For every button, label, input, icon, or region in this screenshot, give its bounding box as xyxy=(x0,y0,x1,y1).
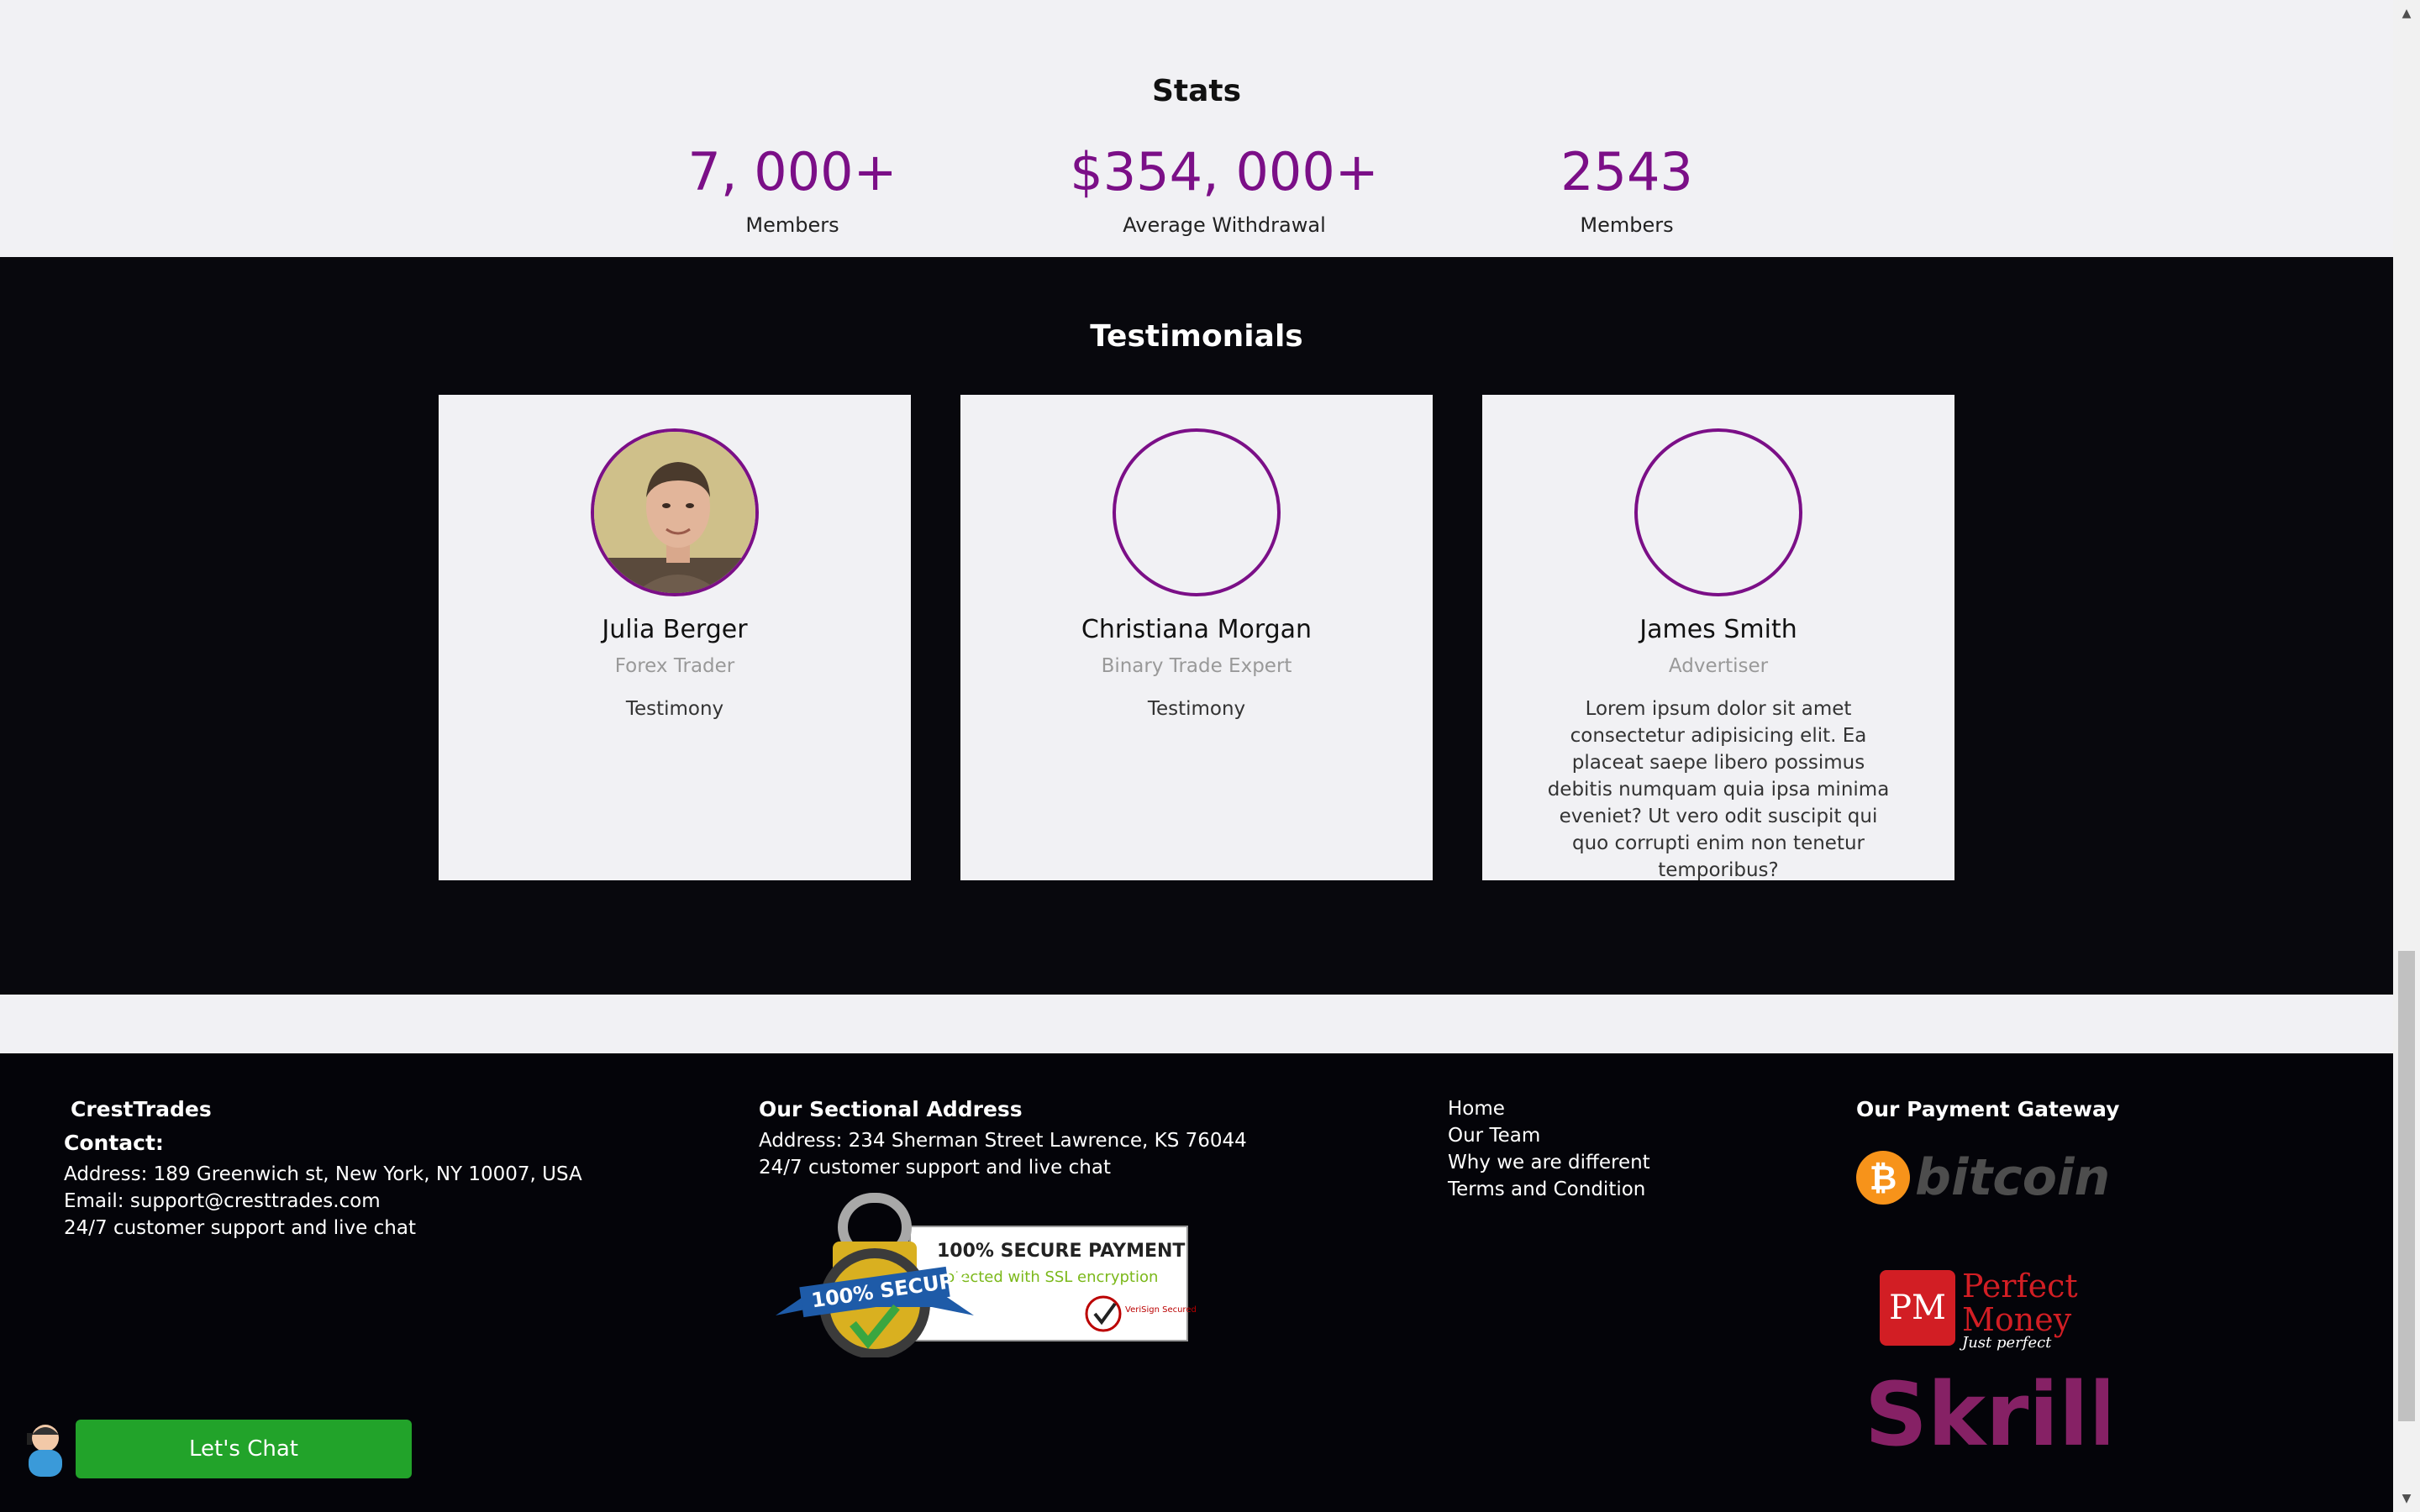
stats-section: Stats 7, 000+ Members $354, 000+ Average… xyxy=(0,0,2393,257)
stat-members-count: 2543 Members xyxy=(1417,141,1837,237)
scroll-down-arrow-icon[interactable]: ▼ xyxy=(2393,1485,2420,1512)
testimonial-card: James Smith Advertiser Lorem ipsum dolor… xyxy=(1482,395,1954,881)
perfect-money-logo: PM Perfect Money Just perfect xyxy=(1880,1268,2078,1352)
section-spacer xyxy=(0,995,2393,1053)
sectional-support: 24/7 customer support and live chat xyxy=(759,1157,1111,1179)
stats-title: Stats xyxy=(1151,74,1242,108)
avatar xyxy=(591,428,759,596)
payment-heading: Our Payment Gateway xyxy=(1856,1097,2120,1121)
footer-links-column: Home Our Team Why we are different Terms… xyxy=(1448,1095,1717,1203)
footer-link-home[interactable]: Home xyxy=(1448,1095,1717,1122)
testimonial-card: Christiana Morgan Binary Trade Expert Te… xyxy=(960,395,1433,880)
testimonials-title: Testimonials xyxy=(1090,319,1303,354)
stat-members: 7, 000+ Members xyxy=(582,141,1002,237)
testimonial-name: Julia Berger xyxy=(602,615,748,644)
scroll-up-arrow-icon[interactable]: ▲ xyxy=(2393,0,2420,27)
pm-tagline: Just perfect xyxy=(1959,1334,2052,1351)
footer-link-terms[interactable]: Terms and Condition xyxy=(1448,1176,1717,1203)
testimonial-role: Forex Trader xyxy=(614,655,735,677)
footer-link-why-different[interactable]: Why we are different xyxy=(1448,1149,1717,1176)
sectional-heading: Our Sectional Address xyxy=(759,1097,1023,1121)
testimonial-name: Christiana Morgan xyxy=(1081,615,1313,644)
stat-value: $354, 000+ xyxy=(1070,141,1379,202)
secure-payment-badge: 100% SECURE PAYMENT Potected with SSL en… xyxy=(776,1193,1197,1359)
stat-average-withdrawal: $354, 000+ Average Withdrawal xyxy=(1014,141,1434,237)
secure-badge-line2: Potected with SSL encryption xyxy=(937,1268,1158,1286)
stat-value: 7, 000+ xyxy=(687,141,897,202)
secure-badge-line1: 100% SECURE PAYMENT xyxy=(937,1241,1185,1262)
avatar xyxy=(1113,428,1281,596)
skrill-wordmark: Skrill xyxy=(1865,1364,2108,1457)
page: Stats 7, 000+ Members $354, 000+ Average… xyxy=(0,0,2393,1512)
testimonial-name: James Smith xyxy=(1639,615,1797,644)
stat-value: 2543 xyxy=(1560,141,1693,202)
pm-name-line1: Perfect xyxy=(1962,1268,2078,1305)
lets-chat-button[interactable]: Let's Chat xyxy=(76,1420,412,1478)
contact-support: 24/7 customer support and live chat xyxy=(64,1217,416,1239)
testimonial-text: Testimony xyxy=(625,698,724,720)
chat-agent-icon[interactable] xyxy=(24,1420,67,1478)
footer-link-our-team[interactable]: Our Team xyxy=(1448,1122,1717,1149)
testimonial-text: Lorem ipsum dolor sit amet consectetur a… xyxy=(1547,698,1890,881)
testimonial-text: Testimony xyxy=(1147,698,1246,720)
stat-label: Members xyxy=(745,213,839,237)
vertical-scrollbar[interactable]: ▲ ▼ xyxy=(2393,0,2420,1512)
contact-heading: Contact: xyxy=(64,1131,164,1155)
footer-sectional-column: Our Sectional Address Address: 234 Sherm… xyxy=(759,1095,1297,1362)
pm-name-line2: Money xyxy=(1962,1301,2072,1338)
stat-label: Members xyxy=(1580,213,1674,237)
sectional-address: Address: 234 Sherman Street Lawrence, KS… xyxy=(759,1130,1247,1152)
contact-address: Address: 189 Greenwich st, New York, NY … xyxy=(64,1163,582,1185)
footer-payment-column: Our Payment Gateway ₿ bitcoin PM Perfect… xyxy=(1856,1095,2209,1466)
contact-email: Email: support@cresttrades.com xyxy=(64,1190,381,1212)
svg-text:₿: ₿ xyxy=(1870,1159,1897,1198)
footer-contact-column: CrestTrades Contact: Address: 189 Greenw… xyxy=(64,1095,652,1242)
stat-label: Average Withdrawal xyxy=(1123,213,1326,237)
portrait-image xyxy=(594,432,755,593)
skrill-logo: Skrill xyxy=(1865,1363,2118,1466)
footer-brand: CrestTrades xyxy=(71,1097,212,1121)
scrollbar-thumb[interactable] xyxy=(2398,951,2415,1421)
verisign-text: VeriSign Secured xyxy=(1125,1305,1196,1315)
testimonials-section: Testimonials Julia Berger Forex Trader T… xyxy=(0,257,2393,995)
testimonial-role: Binary Trade Expert xyxy=(1101,655,1292,677)
bitcoin-wordmark: bitcoin xyxy=(1915,1148,2108,1207)
pm-mark: PM xyxy=(1889,1289,1946,1327)
avatar xyxy=(1634,428,1802,596)
testimonial-card: Julia Berger Forex Trader Testimony xyxy=(439,395,911,880)
testimonial-role: Advertiser xyxy=(1668,655,1769,677)
bitcoin-logo: ₿ bitcoin xyxy=(1856,1148,2110,1207)
